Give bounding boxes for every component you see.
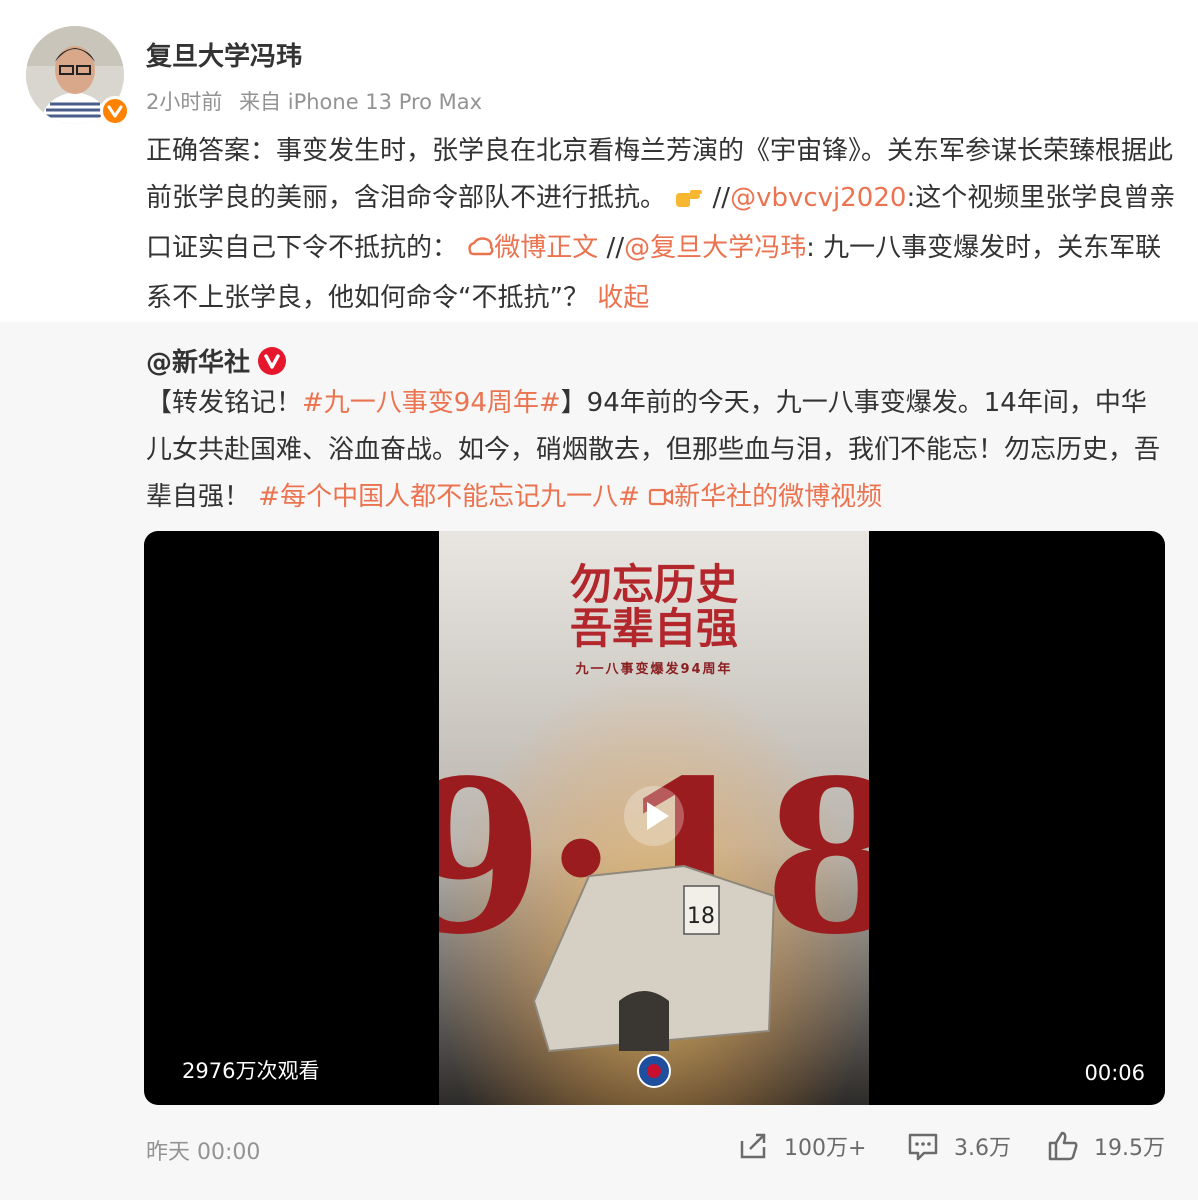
hashtag-link[interactable]: #九一八事变94周年# [302,388,561,418]
quoted-time: 昨天 00:00 [146,1140,261,1165]
svg-text:勿忘历史: 勿忘历史 [570,560,738,609]
post-text: 正确答案：事变发生时，张学良在北京看梅兰芳演的《宇宙锋》。关东军参谋长荣臻根据此… [146,128,1176,322]
comment-count: 3.6万 [954,1136,1011,1161]
like-count: 19.5万 [1094,1136,1165,1161]
hashtag-link[interactable]: #每个中国人都不能忘记九一八# [258,482,640,512]
red-verified-badge-icon [258,347,287,375]
share-count: 100万+ [784,1136,867,1161]
quoted-text: 【转发铭记！#九一八事变94周年#】94年前的今天，九一八事变爆发。14年间，中… [146,380,1166,524]
video-link[interactable]: 新华社的微博视频 [648,482,882,512]
post-time: 2小时前 [146,90,223,114]
mention-link[interactable]: @vbvcvj2020 [730,183,906,213]
svg-text:吾辈自强: 吾辈自强 [570,604,738,653]
play-icon[interactable] [622,784,686,848]
svg-text:18: 18 [687,904,715,929]
video-icon [648,477,674,524]
post-meta: 2小时前 来自 iPhone 13 Pro Max [146,86,492,116]
weibo-link-icon [466,228,494,275]
weibo-article-link[interactable]: 微博正文 [466,233,598,263]
repost-separator: // [712,183,731,213]
repost-separator: // [598,233,625,263]
thumbs-up-icon [1048,1131,1078,1161]
pointing-hand-icon [674,178,704,225]
share-button[interactable]: 100万+ [736,1128,866,1164]
like-button[interactable]: 19.5万 [1046,1128,1165,1164]
author-name[interactable]: 复旦大学冯玮 [146,36,302,73]
collapse-link[interactable]: 收起 [597,283,649,313]
post-source: 来自 iPhone 13 Pro Max [239,90,483,114]
quoted-post[interactable]: @新华社 【转发铭记！#九一八事变94周年#】94年前的今天，九一八事变爆发。1… [0,322,1198,1200]
view-count: 2976万次观看 [182,1059,320,1083]
video-duration: 00:06 [1084,1061,1145,1085]
quoted-footer: 昨天 00:00 100万+ 3.6万 19.5万 [0,1112,1198,1200]
video-player[interactable]: 勿忘历史 吾辈自强 九一八事变爆发94周年 9·18 18 2976万次观看 0… [144,531,1165,1105]
share-icon [740,1133,766,1159]
mention-link[interactable]: @复旦大学冯玮 [624,233,806,263]
post-header: 复旦大学冯玮 2小时前 来自 iPhone 13 Pro Max 正确答案：事变… [0,0,1198,322]
quoted-text-part: 【转发铭记！ [146,388,303,418]
comment-icon [908,1133,938,1161]
quoted-author[interactable]: @新华社 [146,342,287,379]
verified-badge-icon [100,96,130,126]
comment-button[interactable]: 3.6万 [906,1128,1011,1164]
svg-text:九一八事变爆发94周年: 九一八事变爆发94周年 [574,661,732,677]
